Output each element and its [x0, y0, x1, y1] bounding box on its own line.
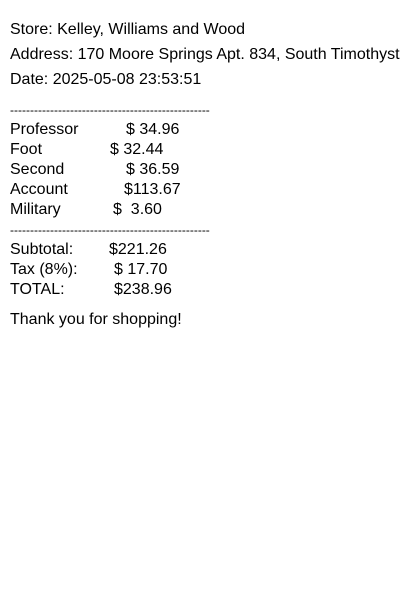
receipt-date: Date: 2025-05-08 23:53:51 [10, 71, 202, 88]
item-price: $ 34.96 [126, 121, 180, 138]
item-name: Second [10, 161, 65, 178]
store-address: Address: 170 Moore Springs Apt. 834, Sou… [10, 46, 400, 63]
tax-value: $ 17.70 [114, 261, 168, 278]
item-name: Military [10, 201, 61, 218]
separator-bottom: ----------------------------------------… [10, 223, 210, 237]
item-price: $113.67 [124, 181, 181, 198]
item-price: $ 32.44 [110, 141, 164, 158]
tax-label: Tax (8%): [10, 261, 78, 278]
item-name: Account [10, 181, 68, 198]
item-name: Foot [10, 141, 43, 158]
item-name: Professor [10, 121, 79, 138]
item-price: $ 3.60 [113, 201, 162, 218]
subtotal-value: $221.26 [109, 241, 167, 258]
total-value: $238.96 [114, 281, 172, 298]
total-label: TOTAL: [10, 281, 65, 298]
store-name: Store: Kelley, Williams and Wood [10, 21, 246, 38]
item-price: $ 36.59 [126, 161, 180, 178]
separator-top: ----------------------------------------… [10, 103, 210, 117]
subtotal-label: Subtotal: [10, 241, 74, 258]
thank-you-message: Thank you for shopping! [10, 311, 182, 328]
